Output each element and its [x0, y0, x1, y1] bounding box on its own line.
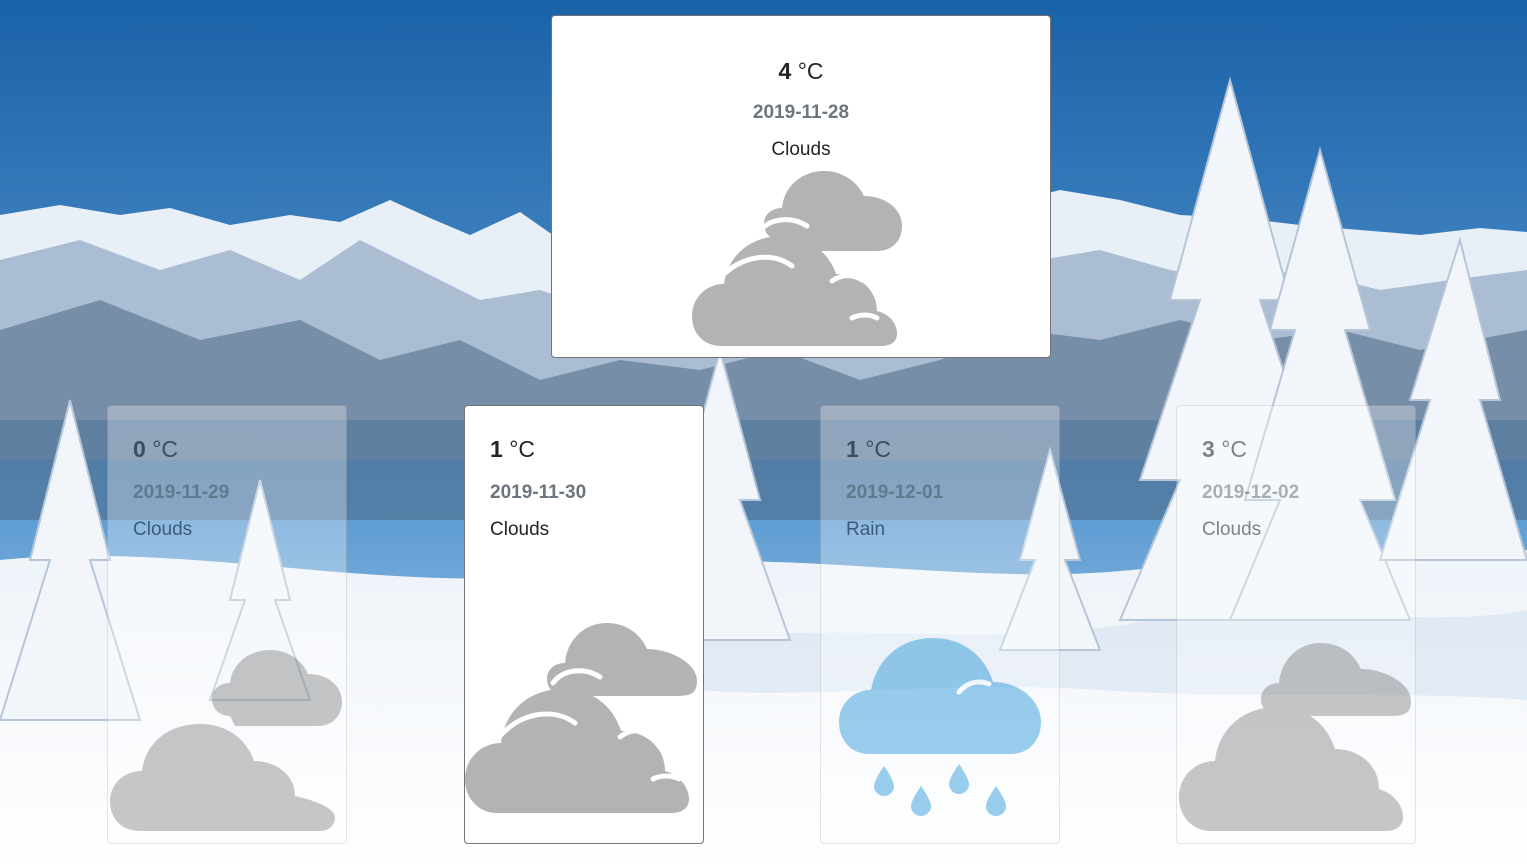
current-weather-card: 4 °C 2019-11-28 Clouds	[551, 15, 1051, 358]
forecast-card[interactable]: 0 °C 2019-11-29 Clouds	[107, 405, 347, 844]
current-temperature: 4 °C	[778, 58, 824, 84]
forecast-description: Clouds	[133, 519, 193, 540]
forecast-date: 2019-12-01	[846, 482, 944, 503]
forecast-card[interactable]: 1 °C 2019-11-30 Clouds	[464, 405, 704, 844]
forecast-temperature: 3 °C	[1202, 436, 1247, 462]
forecast-description: Rain	[846, 519, 886, 540]
clouds-icon	[692, 171, 902, 346]
forecast-temperature: 1 °C	[846, 436, 891, 462]
forecast-description: Clouds	[1202, 519, 1262, 540]
clouds-icon	[110, 650, 342, 831]
forecast-temperature: 1 °C	[490, 436, 535, 462]
clouds-icon	[465, 623, 697, 813]
forecast-temperature: 0 °C	[133, 436, 178, 462]
forecast-date: 2019-11-30	[490, 482, 587, 503]
forecast-card[interactable]: 3 °C 2019-12-02 Clouds	[1176, 405, 1416, 844]
forecast-description: Clouds	[490, 519, 550, 540]
forecast-card[interactable]: 1 °C 2019-12-01 Rain	[820, 405, 1060, 844]
current-date: 2019-11-28	[752, 102, 850, 123]
forecast-date: 2019-11-29	[133, 482, 230, 503]
clouds-icon	[1179, 643, 1411, 831]
rain-icon	[839, 638, 1041, 816]
forecast-date: 2019-12-02	[1202, 482, 1300, 503]
